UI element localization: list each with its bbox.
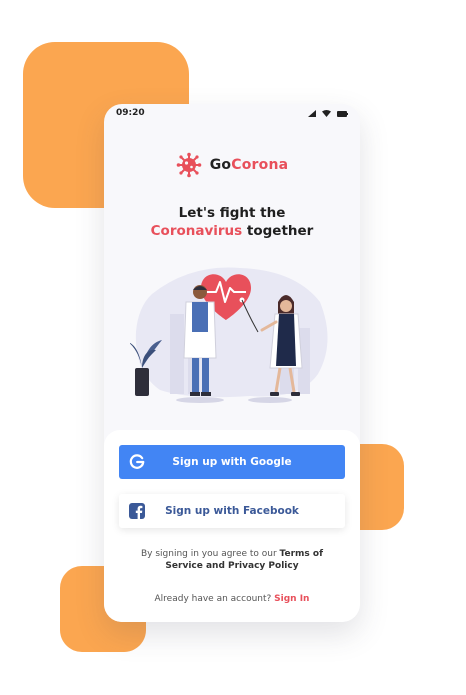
status-time: 09:20 — [116, 108, 145, 118]
facebook-icon — [129, 503, 145, 519]
signal-icon — [308, 110, 316, 117]
terms-notice: By signing in you agree to our Terms of … — [130, 548, 334, 572]
google-signup-label: Sign up with Google — [172, 456, 292, 468]
doctors-heart-illustration — [130, 267, 328, 403]
signin-link[interactable]: Sign In — [274, 594, 309, 604]
page-title: Let's fight the Coronavirus together — [104, 204, 360, 240]
signin-prompt: Already have an account? Sign In — [104, 594, 360, 604]
headline-line1: Let's fight the — [178, 205, 286, 221]
signin-text: Already have an account? — [154, 594, 275, 604]
phone-screen: 09:20 GoCorona Let's fight the Coronavir… — [104, 104, 360, 622]
terms-text: By signing in you agree to our — [141, 549, 280, 559]
google-signup-button[interactable]: Sign up with Google — [119, 445, 345, 479]
wifi-icon — [322, 110, 331, 117]
brand-corona: Corona — [231, 157, 289, 173]
battery-icon — [337, 110, 348, 117]
headline-accent: Coronavirus — [150, 223, 243, 239]
facebook-signup-button[interactable]: Sign up with Facebook — [119, 494, 345, 528]
facebook-signup-label: Sign up with Facebook — [165, 505, 299, 517]
google-icon — [129, 454, 145, 469]
app-logo: GoCorona — [104, 152, 360, 178]
brand-go: Go — [209, 157, 232, 173]
virus-icon — [176, 152, 202, 178]
auth-card: Sign up with Google Sign up with Faceboo… — [104, 430, 360, 622]
status-bar: 09:20 — [104, 104, 360, 124]
headline-line2: together — [242, 223, 314, 239]
